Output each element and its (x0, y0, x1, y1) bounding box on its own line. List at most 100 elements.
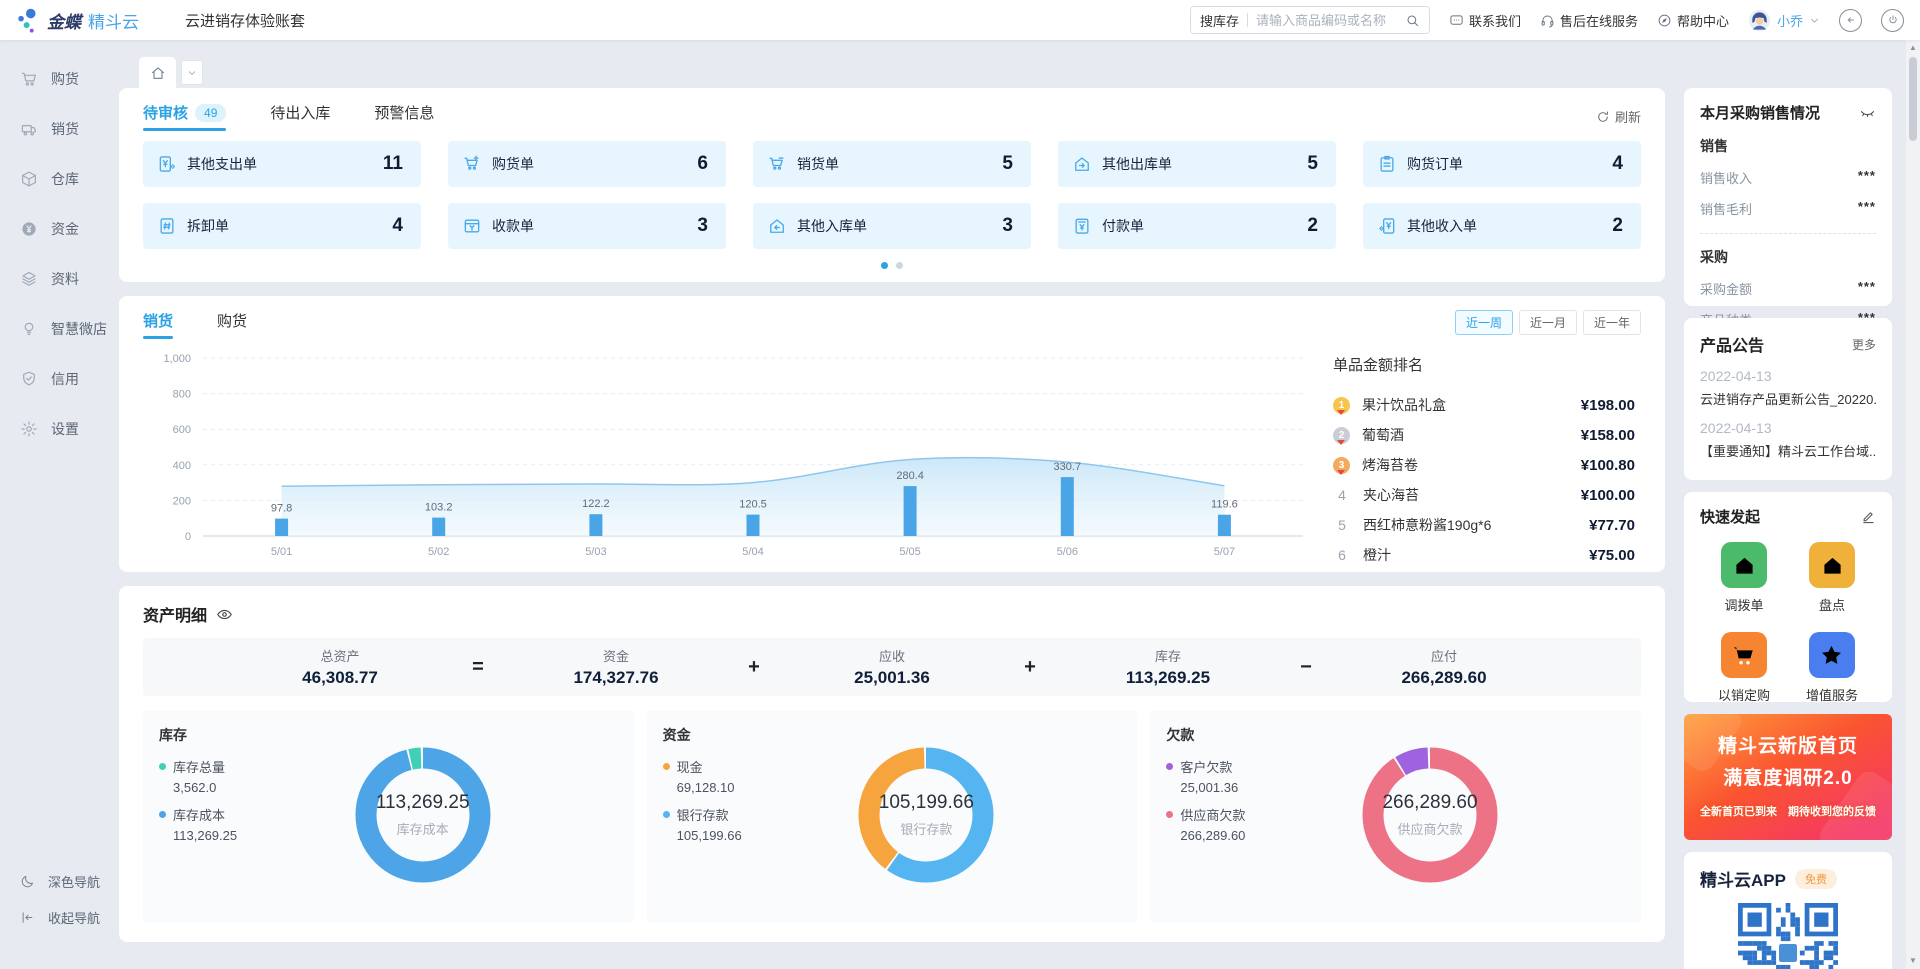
svg-text:1,000: 1,000 (163, 353, 191, 365)
truck-icon (20, 120, 38, 138)
scroll-thumb[interactable] (1909, 57, 1917, 141)
announcement-text: 【重要通知】精斗云工作台域... (1700, 441, 1876, 460)
donut-chart-debt: 266,289.60供应商欠款 (1348, 733, 1512, 897)
stat-value: *** (1858, 168, 1876, 187)
stat-tile-disassembly[interactable]: 拆卸单4 (143, 203, 421, 249)
eye-closed-icon[interactable] (1859, 104, 1876, 121)
tab-trend-sales[interactable]: 销货 (143, 310, 173, 339)
tile-label: 购货单 (492, 154, 534, 174)
pencil-icon[interactable] (1861, 509, 1876, 524)
sidebar-nav: 购货销货仓库资金资料智慧微店信用设置 深色导航收起导航 (0, 40, 112, 969)
tab-trend-purchase[interactable]: 购货 (217, 310, 247, 339)
tab-pending-approval[interactable]: 待审核49 (143, 102, 226, 131)
stat-tile-other-outbound[interactable]: 其他出库单5 (1058, 141, 1336, 187)
sidebar-item-purchase[interactable]: 购货 (0, 54, 112, 104)
scroll-up-icon[interactable]: ▲ (1909, 40, 1917, 55)
tab-dropdown[interactable] (181, 60, 203, 85)
contact-link[interactable]: 联系我们 (1449, 11, 1521, 30)
banner-title-line1: 精斗云新版首页 (1684, 731, 1892, 758)
search-icon[interactable] (1405, 13, 1420, 28)
sidebar-item-credit[interactable]: 信用 (0, 354, 112, 404)
stat-tile-other-income[interactable]: 其他收入单2 (1363, 203, 1641, 249)
sidebar-item-funds[interactable]: 资金 (0, 204, 112, 254)
service-link[interactable]: 售后在线服务 (1540, 11, 1638, 30)
app-title: 精斗云APP (1700, 866, 1786, 891)
ranking-item[interactable]: 3烤海苔卷¥100.80 (1333, 450, 1635, 480)
scroll-down-icon[interactable]: ▼ (1909, 953, 1917, 968)
pager-dot[interactable] (896, 262, 903, 269)
rank-number: 5 (1333, 517, 1351, 533)
svg-text:0: 0 (185, 531, 191, 543)
tile-label: 付款单 (1102, 216, 1144, 236)
announcement-item[interactable]: 2022-04-13 【重要通知】精斗云工作台域... (1700, 420, 1876, 460)
banner-subtitle: 全新首页已到来 期待收到您的反馈 (1684, 803, 1892, 819)
formula-item: 应收25,001.36 (797, 646, 987, 688)
sidebar-item-data[interactable]: 资料 (0, 254, 112, 304)
ranking-item[interactable]: 1果汁饮品礼盒¥198.00 (1333, 390, 1635, 420)
announcement-item[interactable]: 2022-04-13云进销存产品更新公告_20220... (1700, 368, 1876, 408)
period-button-month[interactable]: 近一月 (1519, 310, 1577, 335)
sidebar-item-settings[interactable]: 设置 (0, 404, 112, 454)
announcement-date: 2022-04-13 (1700, 420, 1876, 436)
sidebar-item-weidian[interactable]: 智慧微店 (0, 304, 112, 354)
legend-label: 银行存款 (677, 805, 729, 824)
sidebar-item-sales[interactable]: 销货 (0, 104, 112, 154)
user-name[interactable]: 小乔 (1777, 11, 1803, 30)
legend-dot (1166, 763, 1173, 770)
refresh-button[interactable]: 刷新 (1596, 107, 1641, 126)
stat-tile-other-expense[interactable]: 其他支出单11 (143, 141, 421, 187)
quick-action-transfer[interactable]: 调拨单 (1721, 542, 1767, 614)
stat-label: 销售毛利 (1700, 199, 1752, 218)
search-category[interactable]: 搜库存 (1200, 11, 1239, 30)
chevron-down-icon (1809, 15, 1820, 26)
stat-tile-other-inbound[interactable]: 其他入库单3 (753, 203, 1031, 249)
stock-search-box[interactable]: 搜库存 (1190, 6, 1430, 34)
back-old-version-button[interactable] (1839, 9, 1862, 32)
user-menu[interactable]: 小乔 (1748, 9, 1820, 32)
quick-action-label: 盘点 (1819, 595, 1845, 614)
logout-button[interactable] (1881, 9, 1904, 32)
survey-banner[interactable]: 精斗云新版首页 满意度调研2.0 全新首页已到来 期待收到您的反馈 (1684, 714, 1892, 840)
tab-alerts[interactable]: 预警信息 (374, 102, 434, 131)
stat-tile-payment[interactable]: 付款单2 (1058, 203, 1336, 249)
svg-text:5/06: 5/06 (1057, 546, 1078, 558)
collapse-nav-button[interactable]: 收起导航 (0, 899, 112, 935)
refresh-label: 刷新 (1615, 107, 1641, 126)
ranking-item[interactable]: 5西红柿意粉酱190g*6¥77.70 (1333, 510, 1635, 540)
home-tab[interactable] (139, 57, 176, 88)
quick-action-value-added[interactable]: 增值服务 (1806, 632, 1858, 704)
help-link[interactable]: 帮助中心 (1657, 11, 1729, 30)
ranking-title: 单品金额排名 (1333, 354, 1635, 375)
period-button-year[interactable]: 近一年 (1583, 310, 1641, 335)
pager-dot[interactable] (881, 262, 888, 269)
product-name: 夹心海苔 (1363, 485, 1569, 505)
dark-nav-button[interactable]: 深色导航 (0, 863, 112, 899)
tile-count: 5 (1002, 153, 1013, 175)
quick-action-purchase-by-sales[interactable]: 以销定购 (1718, 632, 1770, 704)
formula-value: 46,308.77 (245, 668, 435, 688)
star-icon (1809, 632, 1855, 678)
ranking-item[interactable]: 2葡萄酒¥158.00 (1333, 420, 1635, 450)
stat-tile-purchase[interactable]: 购货单6 (448, 141, 726, 187)
quick-action-stocktake[interactable]: 盘点 (1809, 542, 1855, 614)
stat-row: 销售收入*** (1700, 168, 1876, 187)
tab-pending-inout[interactable]: 待出入库 (270, 102, 330, 131)
announcements-card: 产品公告 更多 2022-04-13云进销存产品更新公告_20220...202… (1684, 318, 1892, 480)
collapse-icon (20, 910, 35, 925)
tile-count: 4 (1612, 153, 1623, 175)
rank-number: 4 (1333, 487, 1351, 503)
search-input[interactable] (1256, 13, 1405, 28)
brand-logo[interactable]: 金蝶 精斗云 (16, 6, 139, 34)
svg-text:200: 200 (173, 495, 191, 507)
more-link[interactable]: 更多 (1852, 336, 1876, 353)
dark-nav-label: 深色导航 (48, 872, 100, 891)
stat-tile-receipt[interactable]: 收款单3 (448, 203, 726, 249)
stat-tile-sales[interactable]: 销货单5 (753, 141, 1031, 187)
ranking-item[interactable]: 6橙汁¥75.00 (1333, 540, 1635, 570)
stat-tile-purchase-order[interactable]: 购货订单4 (1363, 141, 1641, 187)
page-scrollbar[interactable]: ▲ ▼ (1906, 40, 1920, 969)
sidebar-item-warehouse[interactable]: 仓库 (0, 154, 112, 204)
eye-icon[interactable] (216, 606, 233, 623)
period-button-week[interactable]: 近一周 (1455, 310, 1513, 335)
ranking-item[interactable]: 4夹心海苔¥100.00 (1333, 480, 1635, 510)
